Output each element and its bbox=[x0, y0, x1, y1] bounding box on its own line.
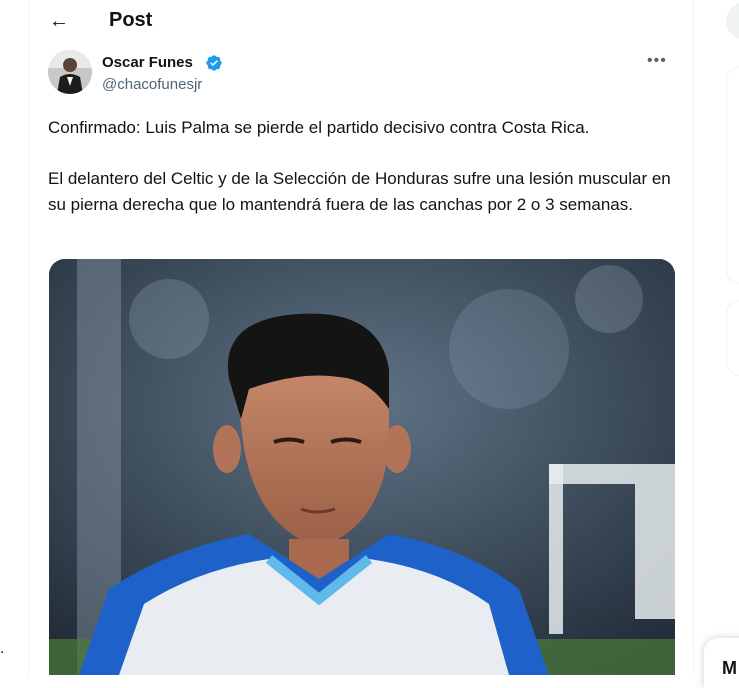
tweet-paragraph: El delantero del Celtic y de la Selecció… bbox=[48, 169, 671, 214]
avatar[interactable] bbox=[48, 50, 92, 94]
tweet-photo[interactable] bbox=[49, 259, 675, 675]
post-header: ← Post bbox=[29, 0, 693, 42]
back-arrow-icon[interactable]: ← bbox=[49, 9, 69, 33]
more-options-icon[interactable]: ••• bbox=[647, 52, 667, 70]
stray-mark: . bbox=[0, 640, 5, 657]
tweet-paragraph: Confirmado: Luis Palma se pierde el part… bbox=[48, 118, 590, 137]
avatar-image bbox=[48, 50, 92, 94]
messages-drawer[interactable]: M bbox=[704, 638, 739, 688]
verified-badge-icon bbox=[206, 55, 222, 71]
player-photo bbox=[49, 259, 675, 675]
author-name[interactable]: Oscar Funes bbox=[102, 53, 193, 73]
left-gutter: . bbox=[0, 0, 28, 675]
right-sidebar: M bbox=[700, 0, 739, 688]
author-handle[interactable]: @chacofunesjr bbox=[102, 75, 202, 95]
tweet-text: Confirmado: Luis Palma se pierde el part… bbox=[48, 115, 678, 218]
page-title: Post bbox=[109, 9, 153, 31]
messages-label: M bbox=[722, 658, 737, 678]
sidebar-card bbox=[726, 66, 739, 284]
search-box[interactable] bbox=[726, 2, 739, 40]
sidebar-card bbox=[726, 300, 739, 376]
main-column: ← Post Oscar Funes @chacofunesjr ••• Con… bbox=[28, 0, 694, 675]
